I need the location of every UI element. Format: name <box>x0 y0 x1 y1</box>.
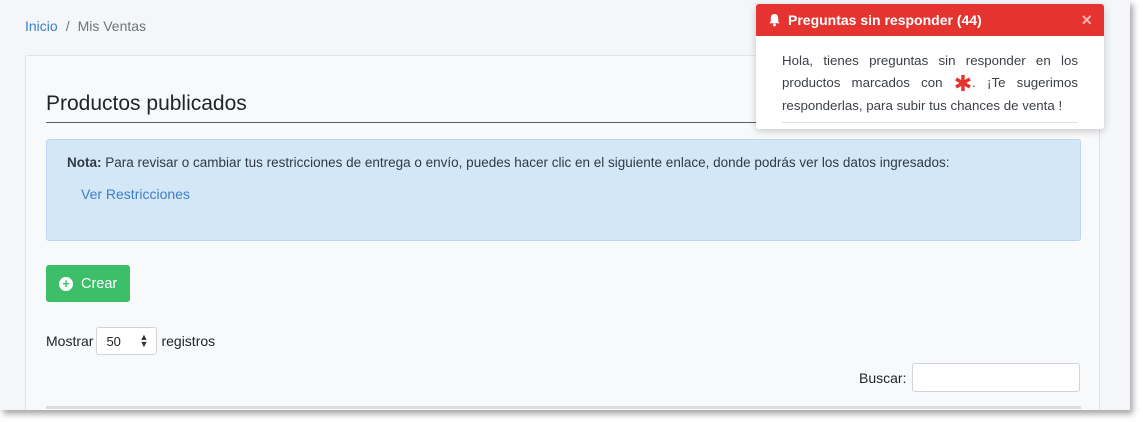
length-menu-after: registros <box>161 333 216 349</box>
restrictions-note: Nota: Para revisar o cambiar tus restric… <box>46 139 1081 241</box>
search-label: Buscar: <box>859 369 907 386</box>
create-button-label: Crear <box>81 275 118 292</box>
bell-icon <box>769 13 780 27</box>
search-group: Buscar: <box>859 363 1081 392</box>
breadcrumb-current: Mis Ventas <box>77 18 147 34</box>
toast-body: Hola, tienes preguntas sin responder en … <box>756 36 1104 117</box>
search-input[interactable] <box>912 363 1081 392</box>
page-title: Productos publicados <box>46 92 247 115</box>
toast-divider <box>782 122 1078 123</box>
breadcrumb: Inicio / Mis Ventas <box>25 18 146 34</box>
note-label: Nota: <box>67 155 102 170</box>
close-icon[interactable]: × <box>1081 10 1092 31</box>
length-menu-before: Mostrar <box>46 333 94 349</box>
breadcrumb-home-link[interactable]: Inicio <box>25 18 58 34</box>
note-body: Para revisar o cambiar tus restricciones… <box>105 155 950 170</box>
unanswered-questions-toast: Preguntas sin responder (44) × Hola, tie… <box>756 4 1104 129</box>
asterisk-icon: ✱ <box>953 71 973 96</box>
toast-header: Preguntas sin responder (44) × <box>756 4 1104 36</box>
note-text: Nota: Para revisar o cambiar tus restric… <box>67 155 950 170</box>
updown-arrows-icon: ▲ ▼ <box>139 332 149 349</box>
view-restrictions-link[interactable]: Ver Restricciones <box>81 186 190 202</box>
records-per-page-value: 50 <box>106 333 121 349</box>
toast-title: Preguntas sin responder (44) <box>788 12 982 28</box>
table-header-border <box>46 406 1081 409</box>
plus-circle-icon: + <box>59 276 73 291</box>
breadcrumb-separator: / <box>65 18 70 34</box>
length-menu: Mostrar 50 ▲ ▼ registros <box>46 327 215 355</box>
create-button[interactable]: + Crear <box>46 265 130 302</box>
records-per-page-select[interactable]: 50 ▲ ▼ <box>96 327 158 355</box>
